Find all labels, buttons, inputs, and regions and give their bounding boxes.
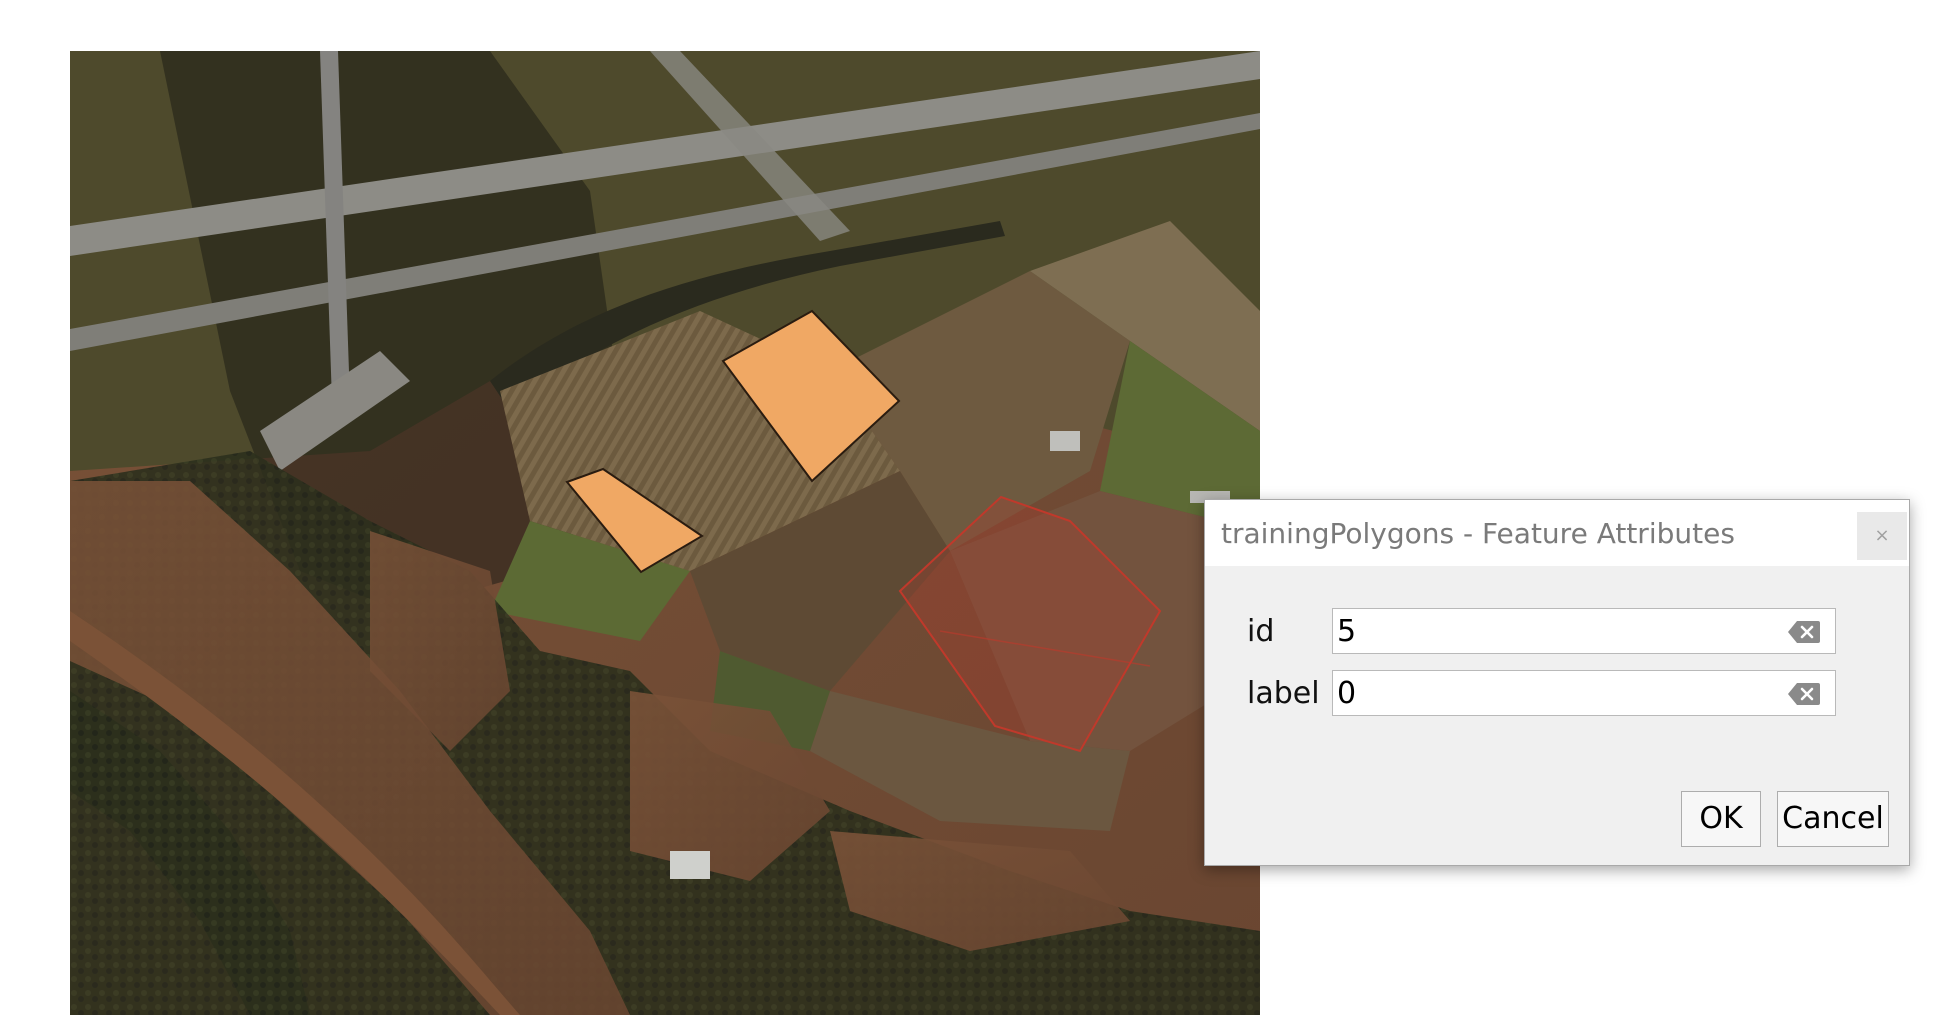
label-field[interactable]: 0 [1332, 670, 1836, 716]
clear-input-icon[interactable] [1787, 620, 1821, 644]
label-field-value: 0 [1337, 676, 1357, 711]
label-label: label [1247, 676, 1320, 711]
field-row-label: label 0 [1205, 670, 1909, 718]
id-field-value: 5 [1337, 614, 1357, 649]
dialog-title: trainingPolygons - Feature Attributes [1221, 517, 1735, 550]
feature-attributes-dialog: trainingPolygons - Feature Attributes × … [1204, 499, 1910, 866]
dialog-titlebar[interactable]: trainingPolygons - Feature Attributes × [1205, 500, 1909, 566]
cancel-button[interactable]: Cancel [1777, 791, 1889, 847]
ok-button[interactable]: OK [1681, 791, 1761, 847]
id-field[interactable]: 5 [1332, 608, 1836, 654]
close-icon[interactable]: × [1857, 512, 1907, 560]
clear-input-icon[interactable] [1787, 682, 1821, 706]
field-row-id: id 5 [1205, 608, 1909, 656]
aerial-imagery[interactable] [70, 51, 1260, 1015]
map-canvas[interactable] [70, 51, 1260, 1015]
id-label: id [1247, 614, 1275, 649]
